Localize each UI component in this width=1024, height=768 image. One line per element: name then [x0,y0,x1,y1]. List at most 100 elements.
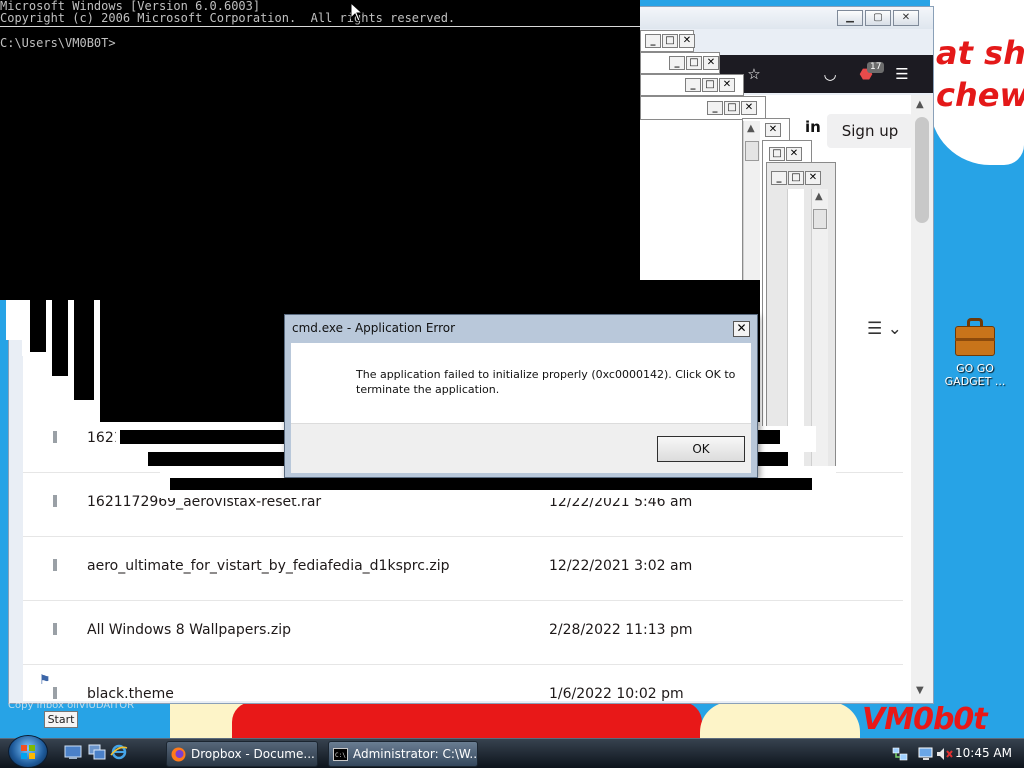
cascade-window [22,300,30,356]
cascade-window [170,478,812,490]
cascade-window [30,300,46,352]
wallpaper-shape [700,702,860,740]
cascade-window [94,300,100,420]
briefcase-icon [955,316,995,358]
cascade-window[interactable]: _ □ ✕ [640,96,766,120]
scroll-thumb[interactable] [813,209,827,229]
windows-logo-icon [21,745,35,759]
file-date: 12/22/2021 3:02 am [549,558,693,574]
scroll-down-icon[interactable]: ▼ [916,685,924,696]
scroll-up-icon[interactable]: ▲ [815,191,823,202]
sign-up-button[interactable]: Sign up [827,114,913,148]
close-button[interactable]: ✕ [765,123,781,137]
error-message: The application failed to initialize pro… [356,368,736,396]
mouse-cursor-icon [350,2,364,22]
divider [0,26,640,27]
file-date: 1/6/2022 10:02 pm [549,686,684,701]
file-icon [53,623,57,635]
close-button[interactable]: ✕ [741,101,757,115]
show-desktop-icon[interactable] [64,744,82,760]
scroll-thumb[interactable] [915,117,929,223]
page-scrollbar[interactable]: ▲ ▼ [911,95,933,701]
cmd-header-text: Microsoft Windows [Version 6.0.6003] Cop… [0,0,456,25]
taskbar-button-firefox[interactable]: Dropbox - Docume... [166,741,318,767]
file-date: 2/28/2022 11:13 pm [549,622,693,638]
pocket-icon[interactable]: ◡ [821,65,839,83]
maximize-button[interactable]: □ [788,171,804,185]
close-button[interactable]: ✕ [805,171,821,185]
internet-explorer-icon[interactable] [110,744,128,760]
maximize-button[interactable]: □ [724,101,740,115]
minimize-button[interactable]: _ [669,56,685,70]
close-button[interactable]: ✕ [719,78,735,92]
minimize-button[interactable]: _ [645,34,661,48]
file-icon [53,431,57,443]
cascade-window[interactable]: _ □ ✕ [640,52,720,74]
system-tray: 10:45 AM [888,741,1024,767]
cascade-window [52,300,68,376]
file-row[interactable]: All Windows 8 Wallpapers.zip 2/28/2022 1… [23,601,903,665]
cascade-window [74,300,94,400]
svg-text:C:\: C:\ [335,752,346,759]
sort-menu-icon[interactable]: ☰ ⌄ [867,319,902,339]
desktop-ghost-text: Copy Inbox ollVIUDAITOR [8,700,135,711]
cascade-window[interactable]: _ □ ✕ [640,74,744,96]
maximize-button[interactable]: □ [686,56,702,70]
firefox-icon [171,747,186,762]
volume-muted-icon[interactable] [936,747,954,761]
wallpaper-signature: VM0b0t [862,702,988,737]
desktop-icon-label: GO GO GADGET ... [944,362,1006,388]
sign-in-link[interactable]: in [805,118,821,136]
file-icon [53,687,57,699]
taskbar-button-label: Administrator: C:\W... [353,747,478,761]
display-icon[interactable] [918,747,934,761]
switch-windows-icon[interactable] [88,744,106,760]
taskbar-button-label: Dropbox - Docume... [191,747,315,761]
file-name[interactable]: black.theme [87,686,174,701]
minimize-button[interactable]: _ [771,171,787,185]
maximize-button[interactable]: ▢ [865,10,891,26]
file-name[interactable]: All Windows 8 Wallpapers.zip [87,622,291,638]
cmd-console[interactable]: Microsoft Windows [Version 6.0.6003] Cop… [0,0,640,300]
wallpaper-shape [232,702,702,740]
file-icon [53,495,57,507]
dialog-body: The application failed to initialize pro… [291,343,751,473]
desktop-icon-go-go-gadget[interactable]: GO GO GADGET ... [940,316,1010,388]
wallpaper-meme-text: at shit chew [936,34,1024,114]
file-row[interactable]: aero_ultimate_for_vistart_by_fediafedia_… [23,537,903,601]
cascade-window[interactable]: _ □ ✕ [640,30,695,52]
maximize-button[interactable]: □ [702,78,718,92]
taskbar-button-cmd[interactable]: C:\ Administrator: C:\W... [328,741,478,767]
scroll-up-icon[interactable]: ▲ [916,99,924,110]
dialog-footer: OK [291,423,751,473]
file-name[interactable]: aero_ultimate_for_vistart_by_fediafedia_… [87,558,449,574]
close-button[interactable]: ✕ [786,147,802,161]
scroll-thumb[interactable] [745,141,759,161]
maximize-button[interactable]: □ [662,34,678,48]
dialog-title: cmd.exe - Application Error [292,321,456,335]
file-row[interactable]: black.theme 1/6/2022 10:02 pm [23,665,903,701]
cascade-window [6,300,22,340]
cmd-prompt[interactable]: C:\Users\VM0B0T> [0,36,116,50]
minimize-button[interactable]: _ [685,78,701,92]
start-button[interactable] [8,735,48,768]
application-error-dialog: cmd.exe - Application Error ✕ The applic… [284,314,758,478]
minimize-button[interactable]: ▁ [837,10,863,26]
start-tooltip: Start [44,711,78,728]
clock[interactable]: 10:45 AM [955,746,1012,760]
ok-button[interactable]: OK [657,436,745,462]
maximize-button[interactable]: □ [769,147,785,161]
file-icon [53,559,57,571]
flag-icon: ⚑ [39,673,51,688]
close-button[interactable]: ✕ [679,34,695,48]
scroll-up-icon[interactable]: ▲ [747,123,755,134]
cmd-icon: C:\ [333,748,348,761]
menu-hamburger-icon[interactable]: ☰ [893,65,911,83]
close-icon[interactable]: ✕ [733,321,750,337]
close-button[interactable]: ✕ [893,10,919,26]
network-icon[interactable] [892,747,908,761]
close-button[interactable]: ✕ [703,56,719,70]
bookmark-star-icon[interactable]: ☆ [745,65,763,83]
taskbar [0,738,1024,768]
minimize-button[interactable]: _ [707,101,723,115]
